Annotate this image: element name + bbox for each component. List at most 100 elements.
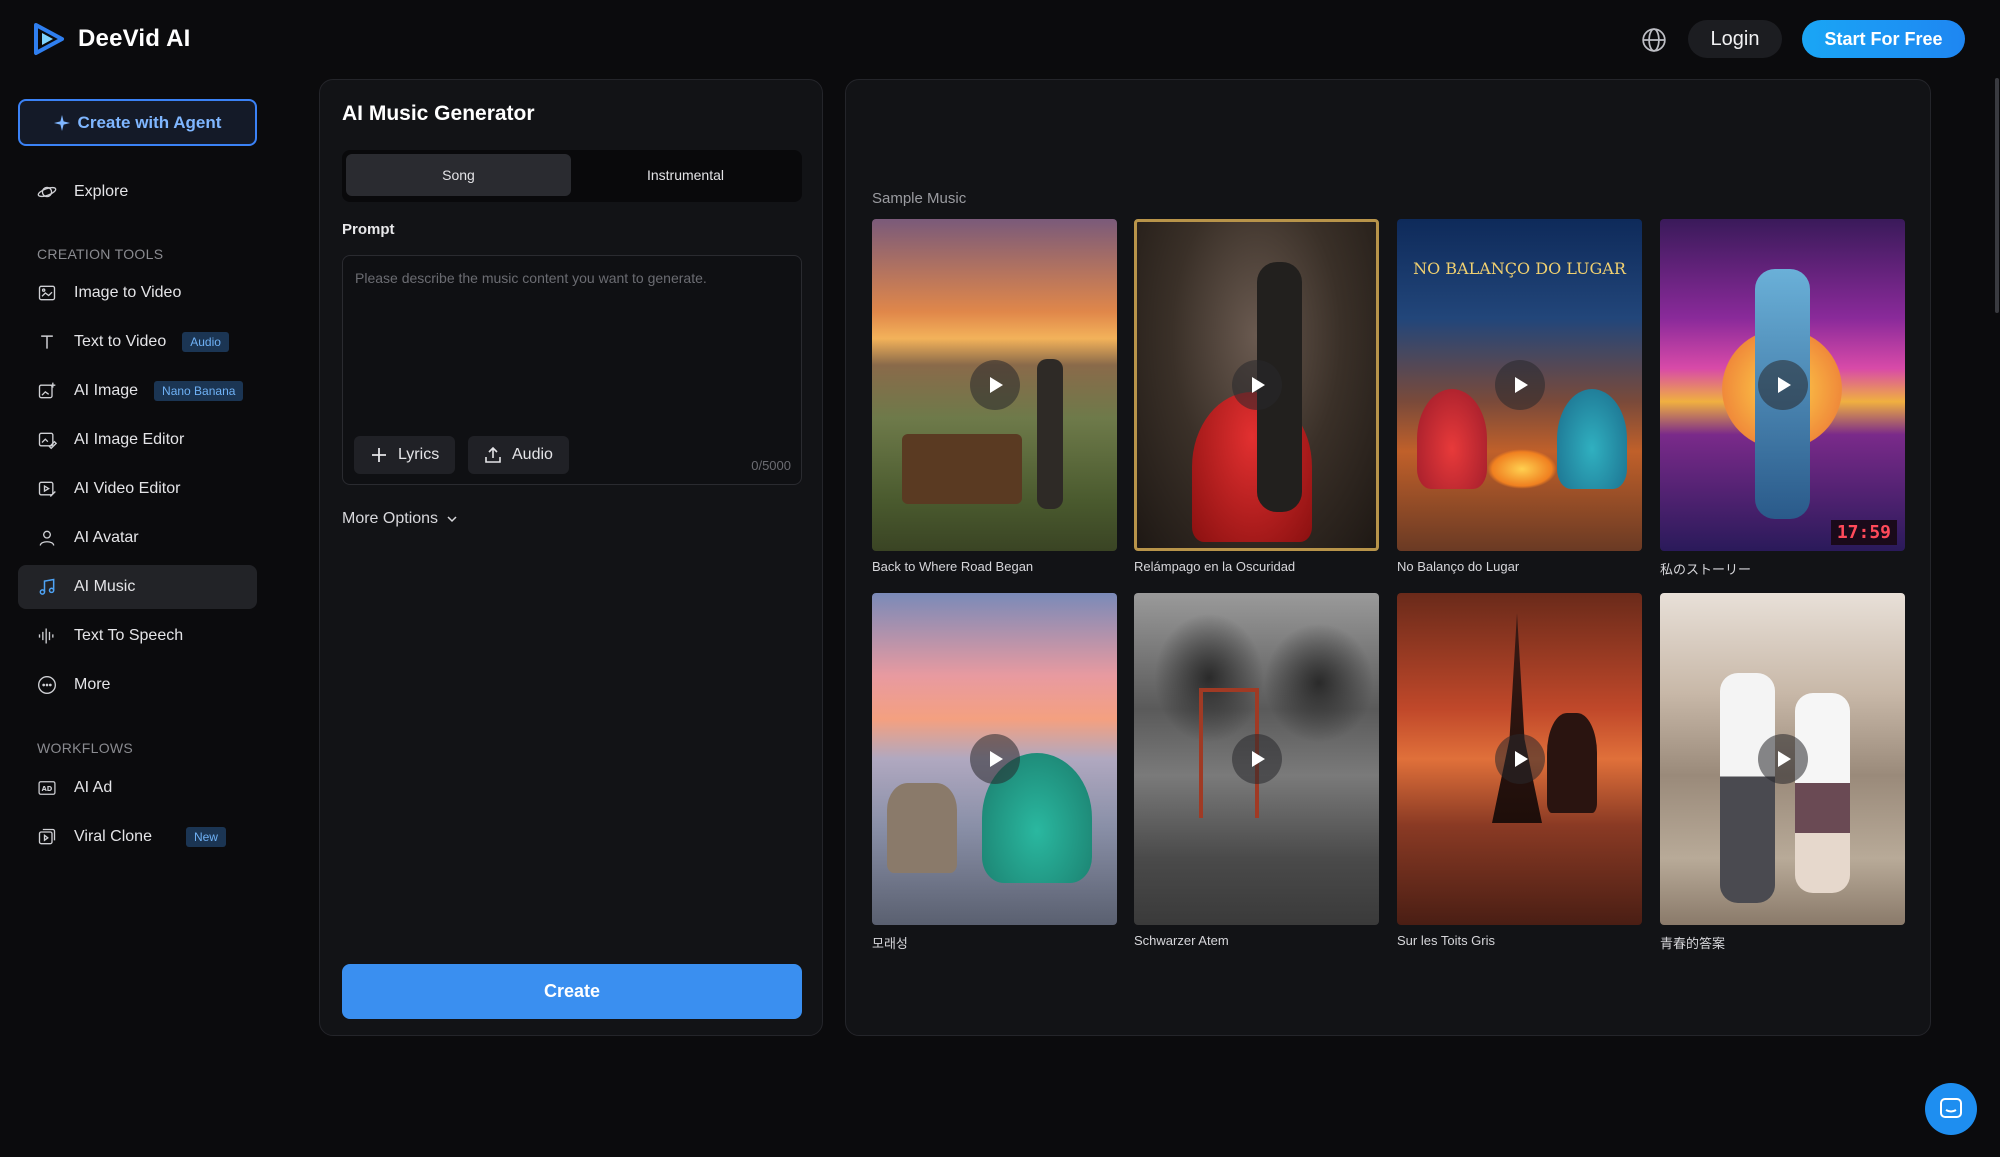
brand[interactable]: DeeVid AI <box>32 22 191 56</box>
sample-thumbnail[interactable] <box>1397 593 1642 925</box>
sidebar-item-more[interactable]: More <box>18 663 257 707</box>
sidebar-item-label: AI Image <box>74 382 139 399</box>
globe-icon[interactable] <box>1641 27 1667 53</box>
sample-card[interactable]: 17:59 私のストーリー <box>1660 219 1905 578</box>
sidebar: Create with Agent Explore CREATION TOOLS… <box>0 78 270 1157</box>
sidebar-item-ai-image[interactable]: AI Image Nano Banana <box>18 369 257 413</box>
sample-thumbnail[interactable] <box>1134 593 1379 925</box>
sample-title: Back to Where Road Began <box>872 559 1034 574</box>
login-button[interactable]: Login <box>1688 20 1782 58</box>
upload-icon <box>485 446 501 463</box>
sample-card[interactable]: NO BALANÇO DO LUGAR No Balanço do Lugar <box>1397 219 1642 574</box>
sidebar-item-explore[interactable]: Explore <box>18 170 257 214</box>
play-icon[interactable] <box>1757 360 1808 410</box>
prompt-placeholder: Please describe the music content you wa… <box>355 270 707 286</box>
mode-tabs: Song Instrumental <box>342 150 802 202</box>
sample-thumbnail[interactable] <box>1134 219 1379 551</box>
audio-badge: Audio <box>182 332 229 352</box>
sample-card[interactable]: Sur les Toits Gris <box>1397 593 1642 948</box>
play-icon[interactable] <box>1494 360 1545 410</box>
waveform-icon <box>36 625 58 647</box>
sidebar-item-text-to-speech[interactable]: Text To Speech <box>18 614 257 658</box>
brand-name: DeeVid AI <box>78 25 191 52</box>
sidebar-item-label: More <box>74 676 111 693</box>
nano-banana-badge: Nano Banana <box>154 381 244 401</box>
sample-thumbnail[interactable] <box>1660 593 1905 925</box>
sidebar-item-label: AI Ad <box>74 779 113 796</box>
play-icon[interactable] <box>1494 734 1545 784</box>
prompt-textarea[interactable]: Please describe the music content you wa… <box>342 255 802 485</box>
upload-audio-button[interactable]: Audio <box>468 436 569 474</box>
sidebar-item-ai-video-editor[interactable]: AI Video Editor <box>18 467 257 511</box>
new-badge: New <box>185 827 226 847</box>
more-dots-icon <box>36 674 58 696</box>
play-icon[interactable] <box>1757 734 1808 784</box>
sample-title: Schwarzer Atem <box>1134 933 1229 948</box>
create-button[interactable]: Create <box>342 964 802 1019</box>
page-scrollbar[interactable] <box>1995 78 1999 313</box>
sample-card[interactable]: 모래성 <box>872 593 1117 952</box>
upload-audio-label: Audio <box>512 446 553 463</box>
sample-music-panel: Sample Music Back to Where Road Began Re… <box>845 79 1931 1036</box>
sidebar-item-ai-image-editor[interactable]: AI Image Editor <box>18 418 257 462</box>
svg-text:AD: AD <box>42 785 53 793</box>
image-plus-icon <box>36 380 58 402</box>
sidebar-item-text-to-video[interactable]: Text to Video Audio <box>18 320 257 364</box>
chevron-down-icon <box>447 516 457 523</box>
start-for-free-button[interactable]: Start For Free <box>1802 20 1965 58</box>
text-icon <box>36 331 58 353</box>
video-edit-icon <box>36 478 58 500</box>
create-with-agent-label: Create with Agent <box>77 112 222 132</box>
chat-icon <box>1940 1098 1962 1118</box>
chat-support-button[interactable] <box>1925 1083 1977 1135</box>
play-icon[interactable] <box>969 360 1020 410</box>
sidebar-item-label: Viral Clone <box>74 828 152 845</box>
more-options-label: More Options <box>342 510 439 527</box>
sample-music-label: Sample Music <box>872 190 967 207</box>
sample-thumbnail[interactable] <box>872 219 1117 551</box>
character-counter: 0/5000 <box>751 458 791 473</box>
play-icon[interactable] <box>969 734 1020 784</box>
music-note-icon <box>36 576 58 598</box>
top-bar: DeeVid AI Login Start For Free <box>0 0 2000 78</box>
clone-icon <box>36 826 58 848</box>
sidebar-item-viral-clone[interactable]: Viral Clone New <box>18 815 257 859</box>
more-options-toggle[interactable]: More Options <box>342 510 458 528</box>
sample-title: No Balanço do Lugar <box>1397 559 1520 574</box>
sample-title: Sur les Toits Gris <box>1397 933 1496 948</box>
workflows-label: WORKFLOWS <box>37 740 134 756</box>
play-icon[interactable] <box>1231 734 1282 784</box>
sidebar-item-label: Explore <box>74 183 129 200</box>
sidebar-item-ai-music[interactable]: AI Music <box>18 565 257 609</box>
sidebar-item-ai-ad[interactable]: AD AI Ad <box>18 766 257 810</box>
sample-overlay-text: 17:59 <box>1830 520 1897 545</box>
music-generator-panel: AI Music Generator Song Instrumental Pro… <box>319 79 823 1036</box>
sample-title: Relámpago en la Oscuridad <box>1134 559 1296 574</box>
add-lyrics-label: Lyrics <box>398 446 440 463</box>
create-with-agent-button[interactable]: Create with Agent <box>18 99 257 146</box>
sample-card[interactable]: Relámpago en la Oscuridad <box>1134 219 1379 574</box>
sample-title: 모래성 <box>872 936 908 951</box>
tab-instrumental[interactable]: Instrumental <box>573 154 798 196</box>
sidebar-item-label: AI Avatar <box>74 529 139 546</box>
sidebar-item-label: AI Video Editor <box>74 480 181 497</box>
sample-thumbnail[interactable]: 17:59 <box>1660 219 1905 551</box>
ad-icon: AD <box>36 777 58 799</box>
sidebar-item-label: Text To Speech <box>74 627 184 644</box>
plus-icon <box>372 448 386 462</box>
sample-thumbnail[interactable]: NO BALANÇO DO LUGAR <box>1397 219 1642 551</box>
add-lyrics-button[interactable]: Lyrics <box>354 436 456 474</box>
user-icon <box>36 527 58 549</box>
sidebar-item-ai-avatar[interactable]: AI Avatar <box>18 516 257 560</box>
sidebar-item-label: Text to Video <box>74 333 167 350</box>
planet-icon <box>36 181 58 203</box>
sample-card[interactable]: Back to Where Road Began <box>872 219 1117 574</box>
sample-thumbnail[interactable] <box>872 593 1117 925</box>
sample-card[interactable]: Schwarzer Atem <box>1134 593 1379 948</box>
play-icon[interactable] <box>1231 360 1282 410</box>
sidebar-item-label: AI Music <box>74 578 136 595</box>
sample-card[interactable]: 青春的答案 <box>1660 593 1905 952</box>
sample-overlay-text: NO BALANÇO DO LUGAR <box>1413 259 1626 278</box>
sidebar-item-image-to-video[interactable]: Image to Video <box>18 271 257 315</box>
tab-song[interactable]: Song <box>346 154 571 196</box>
